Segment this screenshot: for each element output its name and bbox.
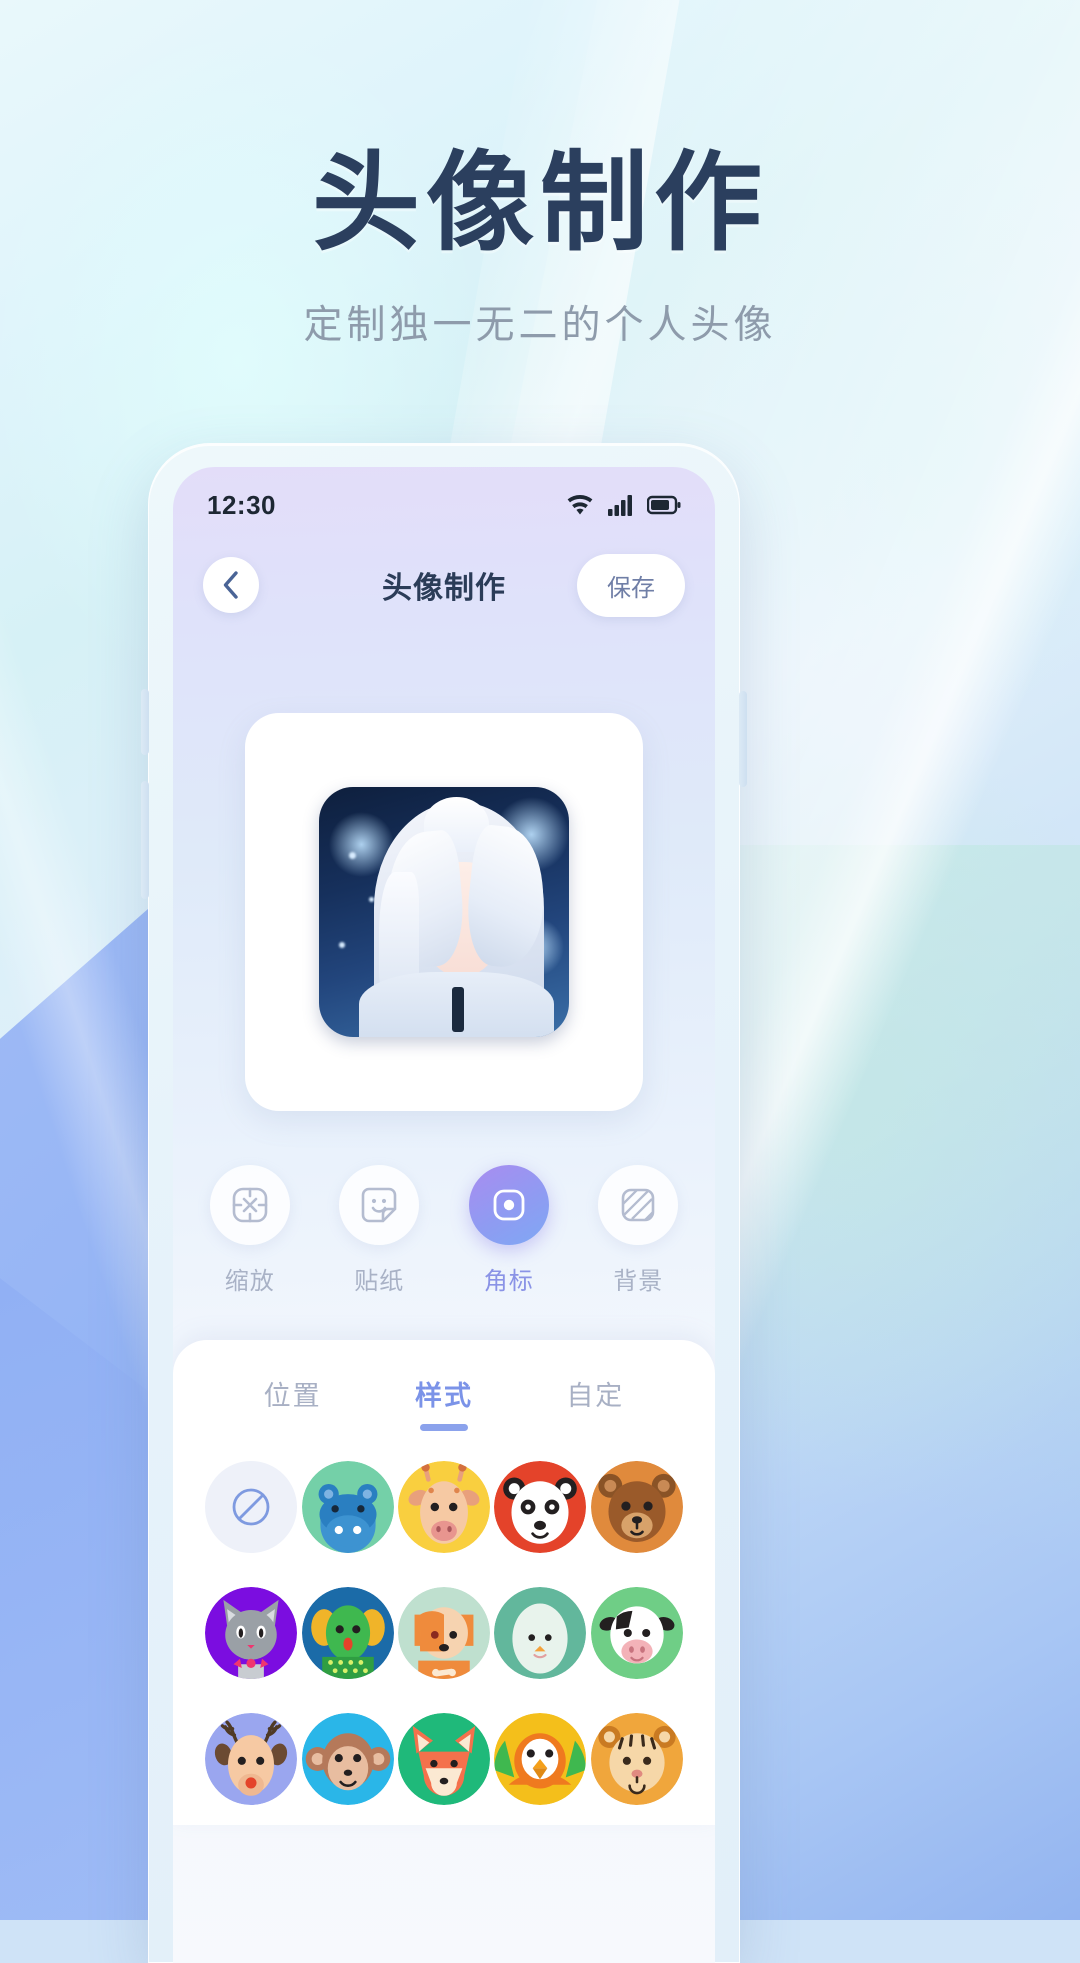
tool-icon-wrap [598, 1165, 679, 1245]
scale-icon [232, 1187, 268, 1223]
tab-custom[interactable]: 自定 [520, 1374, 670, 1431]
save-button[interactable]: 保存 [577, 553, 685, 617]
tab-label: 自定 [566, 1381, 625, 1411]
tab-position[interactable]: 位置 [218, 1374, 368, 1431]
avatar-option-cow[interactable] [590, 1587, 683, 1679]
avatar-option-fox[interactable] [397, 1713, 490, 1805]
tool-item-background[interactable]: 背景 [596, 1165, 682, 1296]
badge-frame-icon [493, 1189, 525, 1221]
character-necktie [451, 987, 464, 1032]
chevron-left-icon [223, 571, 238, 599]
avatar-option-panda[interactable] [494, 1461, 587, 1553]
tool-label: 贴纸 [354, 1268, 405, 1295]
deer-avatar-icon [205, 1713, 298, 1805]
no-badge-icon [232, 1488, 270, 1526]
chick-avatar-icon [494, 1587, 587, 1679]
avatar-option-none[interactable] [205, 1461, 298, 1553]
tab-active-underline [419, 1424, 468, 1431]
hippo-avatar-icon [301, 1461, 394, 1553]
tool-row: 缩放 贴纸 角标 背景 [173, 1165, 715, 1296]
cellular-signal-icon [608, 495, 632, 516]
nav-header: 头像制作 保存 [173, 529, 715, 641]
options-bottom-sheet: 位置 样式 自定 [173, 1340, 715, 1825]
wifi-icon [567, 494, 593, 515]
avatar-preview-image[interactable] [319, 787, 569, 1037]
tiger-avatar-icon [590, 1713, 683, 1805]
avatar-preview-card [245, 713, 643, 1111]
fox-avatar-icon [397, 1713, 490, 1805]
phone-volume-down-button [141, 781, 149, 899]
tab-label: 位置 [263, 1381, 322, 1411]
cat-avatar-icon [205, 1587, 298, 1679]
bear-avatar-icon [590, 1461, 683, 1553]
tool-item-scale[interactable]: 缩放 [207, 1165, 293, 1296]
promo-title: 头像制作 [311, 142, 768, 263]
cow-avatar-icon [590, 1587, 683, 1679]
preview-sparkle [349, 852, 356, 859]
tab-row: 位置 样式 自定 [203, 1340, 685, 1431]
tab-label: 样式 [414, 1381, 473, 1411]
avatar-option-giraffe[interactable] [397, 1461, 490, 1553]
avatar-option-deer[interactable] [205, 1713, 298, 1805]
phone-volume-up-button [141, 689, 149, 755]
tool-item-badge[interactable]: 角标 [466, 1165, 552, 1296]
tab-style[interactable]: 样式 [369, 1374, 519, 1431]
avatar-option-hippo[interactable] [301, 1461, 394, 1553]
avatar-option-parrot[interactable] [494, 1713, 587, 1805]
phone-screen: 12:30 头像制作 保存 缩放 贴纸 角标 背景 位置 样式 自定 [173, 467, 715, 1963]
avatar-option-dog[interactable] [397, 1587, 490, 1679]
phone-mockup: 12:30 头像制作 保存 缩放 贴纸 角标 背景 位置 样式 自定 [141, 443, 747, 1963]
preview-sparkle [339, 942, 345, 948]
avatar-option-chick[interactable] [494, 1587, 587, 1679]
tool-label: 角标 [483, 1268, 534, 1295]
battery-icon [647, 495, 681, 515]
frog-avatar-icon [301, 1587, 394, 1679]
giraffe-avatar-icon [397, 1461, 490, 1553]
sticker-face-icon [361, 1187, 397, 1223]
avatar-option-bear[interactable] [590, 1461, 683, 1553]
dog-avatar-icon [397, 1587, 490, 1679]
tool-icon-wrap [209, 1165, 290, 1245]
avatar-option-tiger[interactable] [590, 1713, 683, 1805]
avatar-option-frog[interactable] [301, 1587, 394, 1679]
status-bar: 12:30 [173, 467, 715, 529]
parrot-avatar-icon [494, 1713, 587, 1805]
promo-text-block: 头像制作 定制独一无二的个人头像 [0, 0, 1080, 350]
panda-avatar-icon [494, 1461, 587, 1553]
tool-label: 缩放 [224, 1268, 275, 1295]
avatar-style-grid [203, 1461, 685, 1805]
status-time: 12:30 [207, 489, 276, 520]
monkey-avatar-icon [301, 1713, 394, 1805]
tool-item-sticker[interactable]: 贴纸 [337, 1165, 423, 1296]
status-icons [565, 493, 681, 517]
avatar-option-cat[interactable] [205, 1587, 298, 1679]
phone-power-button [739, 691, 747, 787]
tool-icon-wrap [468, 1165, 549, 1245]
avatar-option-monkey[interactable] [301, 1713, 394, 1805]
tool-icon-wrap [339, 1165, 420, 1245]
promo-subtitle: 定制独一无二的个人头像 [303, 304, 777, 348]
background-hatch-icon [621, 1188, 655, 1222]
tool-label: 背景 [613, 1268, 664, 1295]
back-button[interactable] [203, 557, 259, 613]
